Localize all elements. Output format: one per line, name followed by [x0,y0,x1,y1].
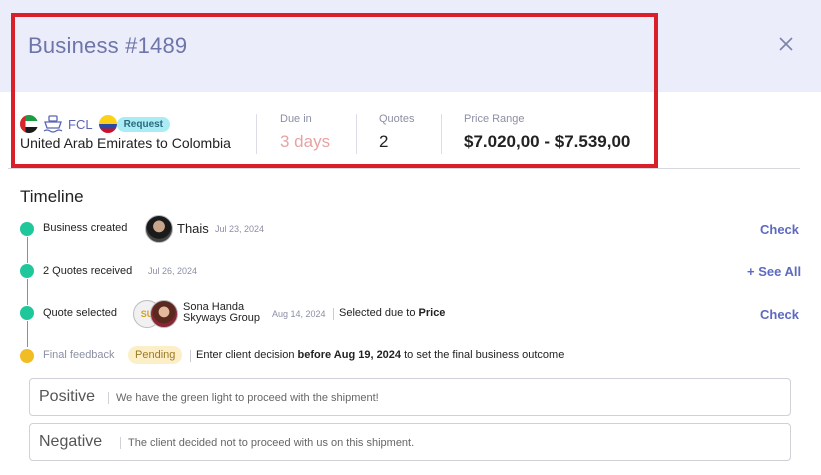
feedback-deadline: before Aug 19, 2024 [297,349,402,361]
quotes-value: 2 [379,132,389,151]
timeline-dot-quotes [20,264,34,278]
divider [190,350,191,362]
route-text: United Arab Emirates to Colombia [20,135,231,151]
negative-option[interactable]: Negative The client decided not to proce… [29,423,791,461]
quotes-date: Jul 26, 2024 [148,266,198,276]
timeline-dot-selected [20,306,34,320]
section-divider [8,168,800,169]
timeline-connector [27,237,28,263]
status-badge: Pending [128,346,183,364]
selection-reason-prefix: Selected due to [339,307,416,319]
selected-date: Aug 14, 2024 [272,309,326,319]
business-summary: FCL Request United Arab Emirates to Colo… [20,110,660,160]
ship-icon [42,114,64,134]
avatar [145,215,173,243]
selection-reason-value: Price [418,307,446,319]
uae-flag-icon [20,115,38,133]
feedback-instruction: Enter client decision before Aug 19, 202… [196,349,564,361]
due-label: Due in [280,113,312,125]
negative-option-description: The client decided not to proceed with u… [128,437,415,449]
selected-company-name: Skyways Group [183,312,261,324]
page-title: Business #1489 [28,33,188,58]
close-icon[interactable] [776,34,796,54]
quotes-received-label: 2 Quotes received [43,265,133,277]
timeline-dot-created [20,222,34,236]
timeline-dot-feedback [20,349,34,363]
selection-reason: Selected due to Price [339,307,445,319]
request-badge: Request [116,116,171,132]
divider [356,114,357,154]
final-feedback-label: Final feedback [43,349,115,361]
feedback-instruction-suffix: to set the final business outcome [404,349,565,361]
divider [441,114,442,154]
avatar [150,300,178,328]
quotes-label: Quotes [379,113,415,125]
divider [256,114,257,154]
see-all-quotes-button[interactable]: + See All [747,264,801,279]
positive-option-description: We have the green light to proceed with … [116,392,379,404]
positive-option-title: Positive [39,388,96,405]
timeline-connector [27,279,28,305]
divider [333,308,334,320]
timeline-title: Timeline [20,187,84,206]
check-created-button[interactable]: Check [760,222,799,237]
divider [120,437,121,449]
due-value: 3 days [280,132,331,151]
positive-option[interactable]: Positive We have the green light to proc… [29,378,791,416]
price-range-label: Price Range [464,113,525,125]
timeline-connector [27,321,28,347]
feedback-instruction-prefix: Enter client decision [196,349,295,361]
shipment-mode: FCL [68,116,93,132]
quote-selected-label: Quote selected [43,307,117,319]
divider [108,392,109,404]
created-label: Business created [43,222,128,234]
created-user-name: Thais [177,221,209,236]
negative-option-title: Negative [39,433,103,450]
created-date: Jul 23, 2024 [215,224,265,234]
shipment-mode-row: FCL Request [20,114,171,134]
price-range-value: $7.020,00 - $7.539,00 [464,132,631,151]
check-selected-button[interactable]: Check [760,307,799,322]
colombia-flag-icon [98,115,117,133]
